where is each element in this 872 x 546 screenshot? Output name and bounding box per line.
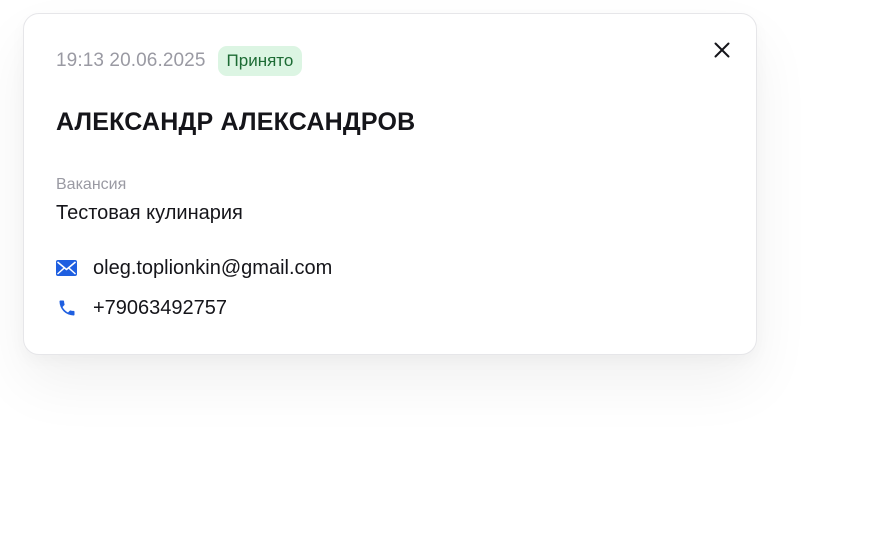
phone-icon	[56, 298, 77, 319]
vacancy-value: Тестовая кулинария	[56, 202, 243, 224]
phone-link[interactable]: +79063492757	[93, 295, 227, 321]
email-link[interactable]: oleg.toplionkin@gmail.com	[93, 255, 332, 281]
phone-row: +79063492757	[56, 295, 227, 321]
close-button[interactable]	[708, 38, 736, 66]
card-meta-row: 19:13 20.06.2025 Принято	[56, 46, 303, 76]
email-row: oleg.toplionkin@gmail.com	[56, 255, 332, 281]
timestamp: 19:13 20.06.2025	[56, 50, 206, 71]
close-icon	[714, 42, 730, 63]
candidate-name: АЛЕКСАНДР АЛЕКСАНДРОВ	[56, 108, 416, 136]
status-badge: Принято	[217, 46, 303, 76]
mail-icon	[56, 258, 77, 279]
vacancy-label: Вакансия	[56, 176, 127, 193]
candidate-card: 19:13 20.06.2025 Принято АЛЕКСАНДР АЛЕКС…	[23, 13, 757, 355]
